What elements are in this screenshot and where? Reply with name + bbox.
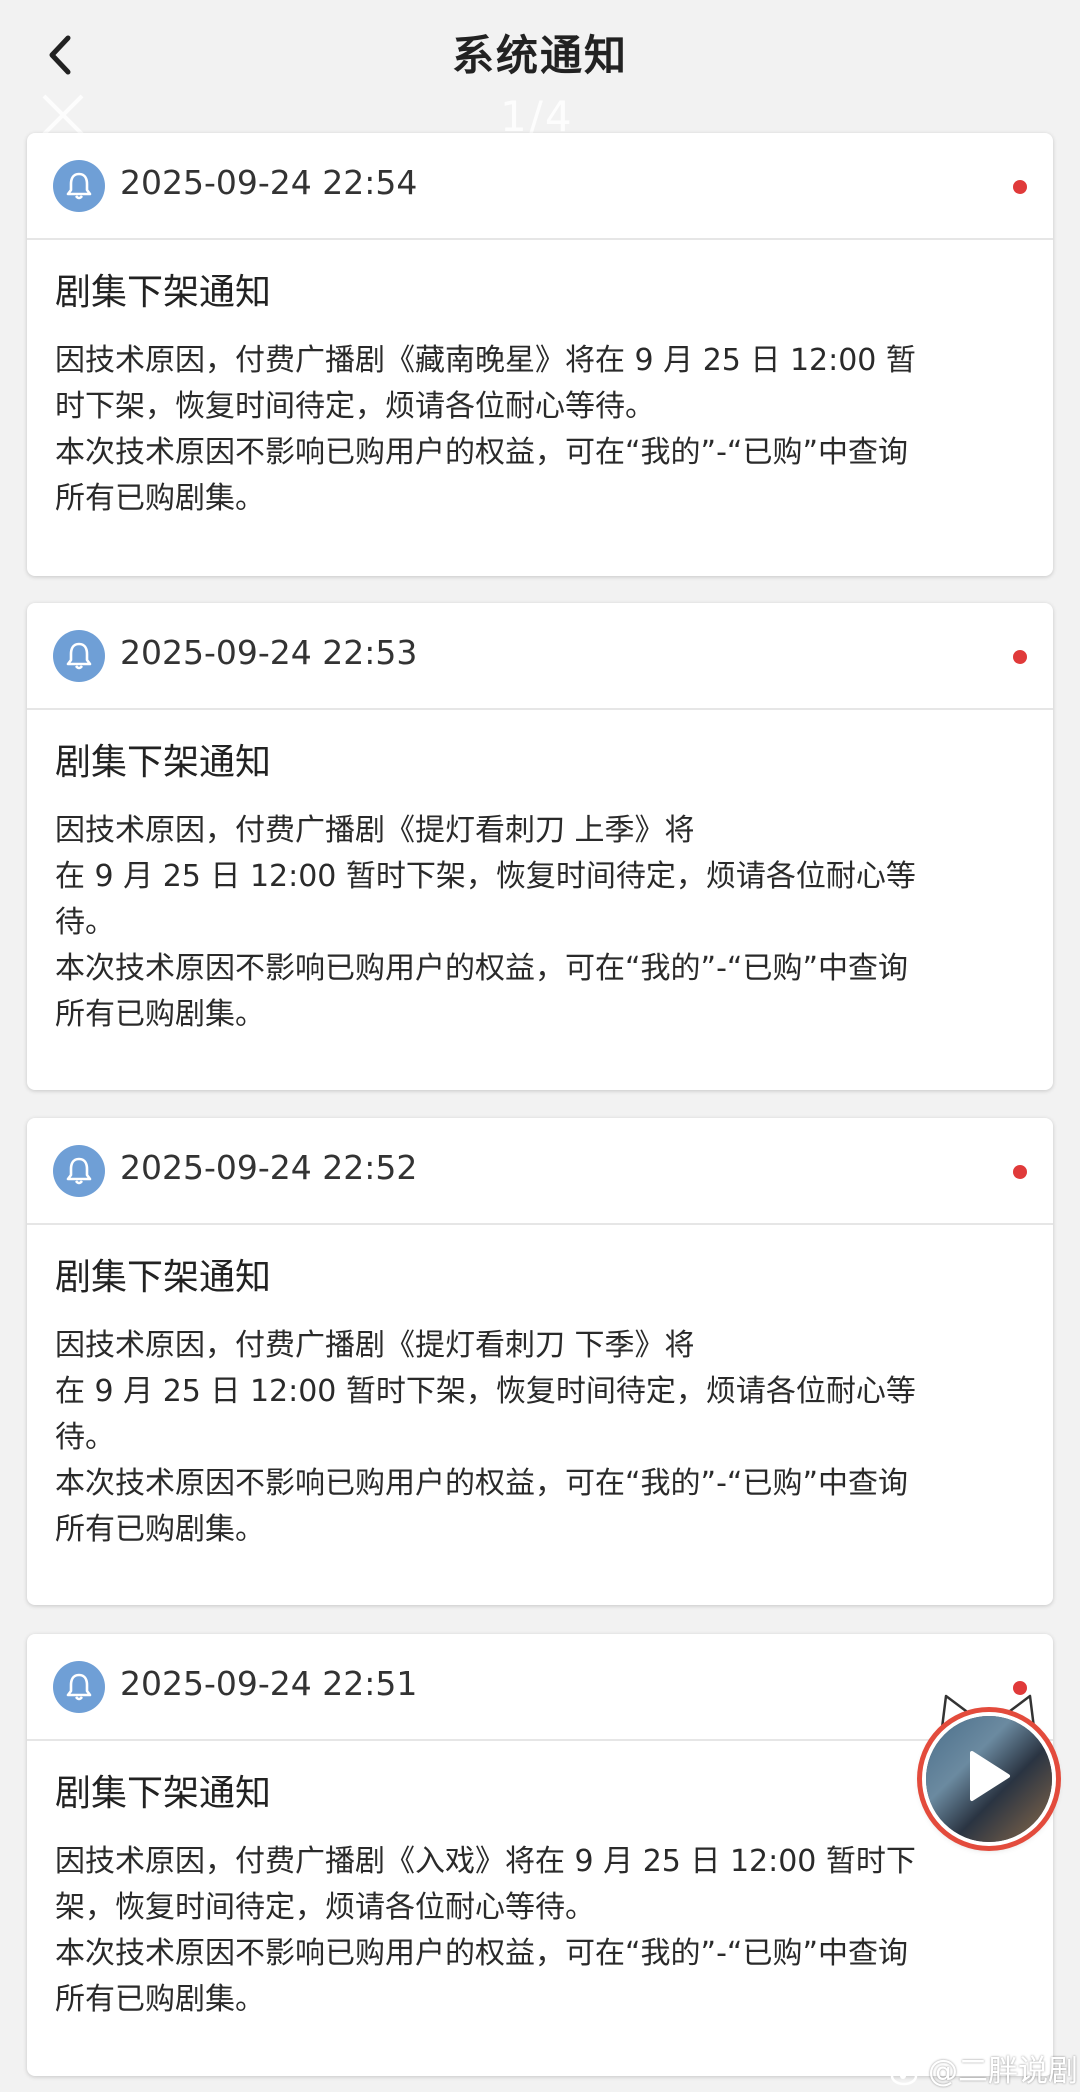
- card-header: 2025-09-24 22:54: [27, 133, 1053, 240]
- notification-text: 本次技术原因不影响已购用户的权益，可在“我的”-“已购”中查询 所有已购剧集。: [55, 1466, 908, 1547]
- notification-card[interactable]: 2025-09-24 22:51 剧集下架通知 因技术原因，付费广播剧《入戏》将…: [27, 1634, 1053, 2076]
- notification-title: 剧集下架通知: [55, 742, 272, 783]
- play-icon[interactable]: [966, 1749, 1012, 1803]
- notification-time: 2025-09-24 22:53: [120, 633, 418, 672]
- weibo-icon: [890, 2061, 923, 2085]
- notification-content: 因技术原因，付费广播剧《入戏》将在 9 月 25 日 12:00 暂时下 架，恢…: [55, 1839, 1023, 2023]
- notification-card[interactable]: 2025-09-24 22:53 剧集下架通知 因技术原因，付费广播剧《提灯看刺…: [27, 603, 1053, 1090]
- unread-dot: [1013, 650, 1027, 664]
- notification-content: 因技术原因，付费广播剧《提灯看刺刀 上季》将 在 9 月 25 日 12:00 …: [55, 808, 1023, 1038]
- notification-text: 本次技术原因不影响已购用户的权益，可在“我的”-“已购”中查询 所有已购剧集。: [55, 951, 908, 1032]
- notification-content: 因技术原因，付费广播剧《提灯看刺刀 下季》将 在 9 月 25 日 12:00 …: [55, 1323, 1023, 1553]
- bell-icon: [53, 1145, 105, 1197]
- notification-time: 2025-09-24 22:52: [120, 1148, 418, 1187]
- notification-title: 剧集下架通知: [55, 1773, 272, 1814]
- notification-content: 因技术原因，付费广播剧《藏南晚星》将在 9 月 25 日 12:00 暂 时下架…: [55, 338, 1023, 522]
- bell-icon: [53, 630, 105, 682]
- notification-text: 因技术原因，付费广播剧《入戏》将在 9 月 25 日 12:00 暂时下 架，恢…: [55, 1844, 916, 1925]
- unread-dot: [1013, 180, 1027, 194]
- bell-icon: [53, 1661, 105, 1713]
- page-title: 系统通知: [451, 31, 628, 80]
- watermark: @二胖说剧: [890, 2046, 1078, 2090]
- bell-icon: [53, 160, 105, 212]
- notification-title: 剧集下架通知: [55, 1257, 272, 1298]
- notification-time: 2025-09-24 22:51: [120, 1664, 418, 1703]
- notification-text: 因技术原因，付费广播剧《提灯看刺刀 下季》将 在 9 月 25 日 12:00 …: [55, 1328, 916, 1455]
- card-header: 2025-09-24 22:52: [27, 1118, 1053, 1225]
- notification-card[interactable]: 2025-09-24 22:54 剧集下架通知 因技术原因，付费广播剧《藏南晚星…: [27, 133, 1053, 576]
- notification-title: 剧集下架通知: [55, 272, 272, 313]
- close-icon[interactable]: [40, 92, 86, 138]
- card-header: 2025-09-24 22:53: [27, 603, 1053, 710]
- notification-text: 因技术原因，付费广播剧《藏南晚星》将在 9 月 25 日 12:00 暂 时下架…: [55, 343, 916, 424]
- notification-card[interactable]: 2025-09-24 22:52 剧集下架通知 因技术原因，付费广播剧《提灯看刺…: [27, 1118, 1053, 1605]
- notification-time: 2025-09-24 22:54: [120, 163, 418, 202]
- watermark-text: @二胖说剧: [928, 2054, 1078, 2089]
- card-header: 2025-09-24 22:51: [27, 1634, 1053, 1741]
- notification-text: 本次技术原因不影响已购用户的权益，可在“我的”-“已购”中查询 所有已购剧集。: [55, 435, 908, 516]
- floating-player[interactable]: [922, 1712, 1056, 1846]
- notification-text: 本次技术原因不影响已购用户的权益，可在“我的”-“已购”中查询 所有已购剧集。: [55, 1936, 908, 2017]
- unread-dot: [1013, 1165, 1027, 1179]
- notification-text: 因技术原因，付费广播剧《提灯看刺刀 上季》将 在 9 月 25 日 12:00 …: [55, 813, 916, 940]
